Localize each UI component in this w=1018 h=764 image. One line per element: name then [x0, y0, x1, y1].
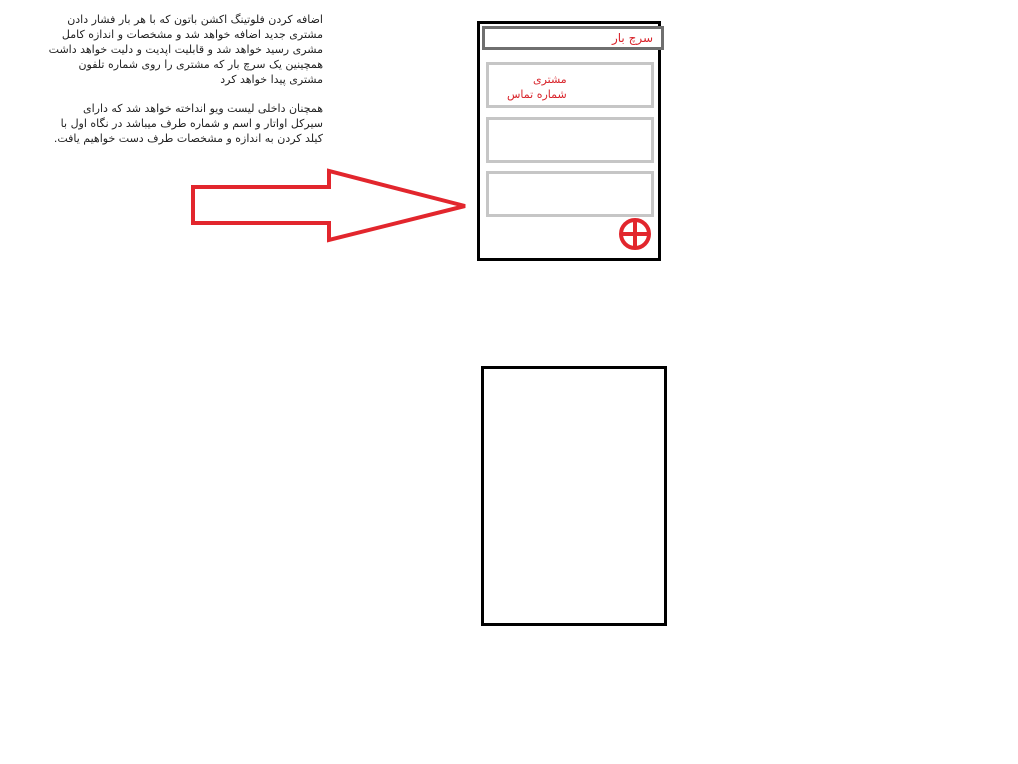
search-bar-label: سرچ بار — [611, 31, 653, 45]
customer-card[interactable] — [486, 117, 654, 163]
detail-screen-frame — [481, 366, 667, 626]
search-bar[interactable]: سرچ بار — [482, 26, 664, 50]
customer-card[interactable]: مشتری شماره تماس — [486, 62, 654, 108]
phone-mockup: سرچ بار مشتری شماره تماس — [477, 21, 664, 261]
customer-phone: شماره تماس — [507, 88, 567, 101]
add-circle-icon — [619, 218, 651, 250]
customer-name: مشتری — [532, 73, 567, 86]
add-customer-button[interactable] — [618, 217, 652, 251]
customer-card[interactable] — [486, 171, 654, 217]
